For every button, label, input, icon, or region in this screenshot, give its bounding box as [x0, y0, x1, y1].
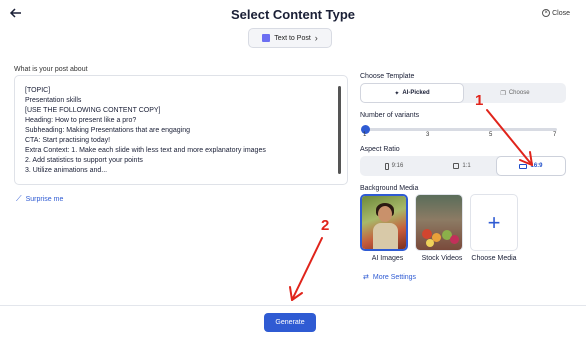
- template-option-ai-picked[interactable]: ✦ AI-Picked: [360, 83, 464, 103]
- prompt-line: [USE THE FOLLOWING CONTENT COPY]: [25, 107, 161, 114]
- template-stack-icon: ❐: [500, 90, 506, 97]
- aspect-option-9-16[interactable]: 9:16: [360, 156, 428, 176]
- prompt-line: 3. Utilize animations and...: [25, 167, 108, 174]
- media-label: AI Images: [371, 255, 404, 262]
- surprise-me-label: Surprise me: [25, 195, 64, 203]
- media-option-ai-images[interactable]: [360, 194, 408, 251]
- annotation-number: 2: [321, 217, 330, 234]
- prompt-line: CTA: Start practising today!: [25, 137, 111, 144]
- media-label: Choose Media: [471, 255, 517, 262]
- template-label: Choose Template: [360, 73, 415, 80]
- chevron-right-icon: ›: [314, 33, 318, 43]
- slider-track: [365, 128, 557, 131]
- annotation-arrow-2: [291, 237, 323, 301]
- media-labels: AI Images Stock Videos Choose Media: [360, 255, 519, 262]
- variants-label: Number of variants: [360, 112, 420, 119]
- media-label: Stock Videos: [421, 255, 463, 262]
- prompt-label: What is your post about: [14, 66, 88, 73]
- aspect-option-label: 9:16: [391, 163, 404, 169]
- close-button[interactable]: × Close: [542, 9, 570, 17]
- annotation-number: 1: [475, 92, 484, 109]
- media-option-stock-videos[interactable]: [415, 194, 463, 251]
- template-toggle: ✦ AI-Picked ❐ Choose: [360, 83, 566, 103]
- content-type-label: Text to Post: [274, 34, 311, 42]
- footer-divider: [0, 305, 586, 306]
- text-post-icon: [262, 34, 271, 42]
- background-media-label: Background Media: [360, 185, 419, 192]
- prompt-line: Extra Context: 1. Make each slide with l…: [25, 147, 266, 154]
- prompt-line: Subheading: Making Presentations that ar…: [25, 127, 191, 134]
- prompt-line: 2. Add statistics to support your points: [25, 157, 143, 164]
- background-media-options: +: [360, 194, 518, 251]
- aspect-option-label: 1:1: [462, 163, 471, 169]
- stock-video-thumbnail: [416, 195, 462, 250]
- variants-slider[interactable]: 1 3 5 7: [361, 125, 557, 143]
- sliders-icon: ⇄: [363, 274, 369, 281]
- aspect-option-label: 16:9: [530, 163, 543, 169]
- content-type-button[interactable]: Text to Post ›: [248, 28, 332, 48]
- slider-tick: 7: [553, 132, 557, 138]
- portrait-icon: [384, 162, 389, 170]
- magic-wand-icon: ⟋: [16, 194, 22, 203]
- close-label: Close: [552, 9, 570, 17]
- template-option-label: Choose: [508, 90, 530, 96]
- generate-button[interactable]: Generate: [264, 313, 316, 332]
- slider-tick: 1: [363, 132, 367, 138]
- more-settings-label: More Settings: [372, 273, 417, 281]
- prompt-line: [TOPIC]: [25, 87, 51, 94]
- aspect-ratio-label: Aspect Ratio: [360, 146, 400, 153]
- aspect-option-16-9[interactable]: 16:9: [496, 156, 566, 176]
- media-option-choose-media[interactable]: +: [470, 194, 518, 251]
- plus-icon: +: [487, 209, 501, 235]
- square-icon: [453, 163, 460, 169]
- landscape-icon: [519, 163, 528, 169]
- prompt-textarea[interactable]: [TOPIC] Presentation skills [USE THE FOL…: [14, 75, 348, 185]
- slider-tick: 3: [426, 132, 430, 138]
- slider-tick: 5: [489, 132, 493, 138]
- sparkle-icon: ✦: [394, 90, 400, 97]
- textarea-scrollbar[interactable]: [338, 86, 341, 174]
- surprise-me-button[interactable]: ⟋ Surprise me: [16, 194, 63, 204]
- ai-image-thumbnail: [362, 196, 406, 249]
- close-icon: ×: [542, 9, 551, 17]
- aspect-ratio-toggle: 9:16 1:1 16:9: [360, 156, 566, 176]
- page-title: Select Content Type: [230, 7, 355, 22]
- aspect-option-1-1[interactable]: 1:1: [428, 156, 496, 176]
- more-settings-button[interactable]: ⇄ More Settings: [363, 273, 417, 282]
- prompt-line: Presentation skills: [25, 97, 82, 104]
- header: Select Content Type × Close: [0, 0, 586, 30]
- template-option-label: AI-Picked: [402, 90, 430, 96]
- prompt-line: Heading: How to present like a pro?: [25, 117, 137, 124]
